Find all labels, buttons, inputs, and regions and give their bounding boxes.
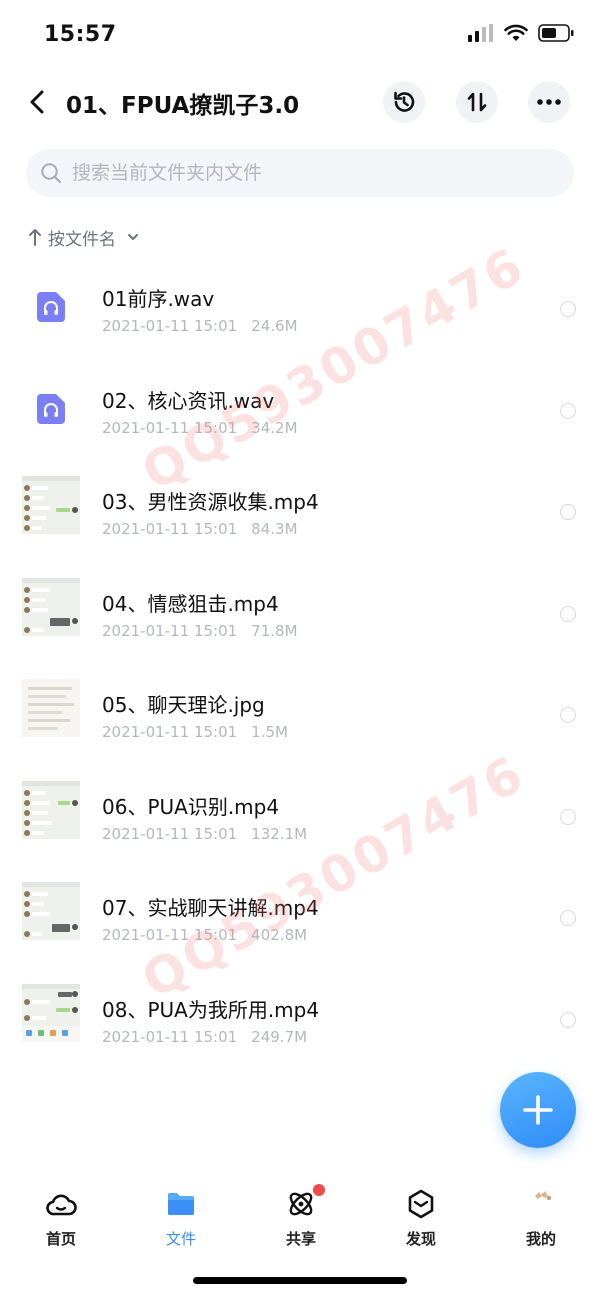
file-name: 08、PUA为我所用.mp4: [102, 997, 320, 1022]
tab-discover[interactable]: 发现: [381, 1184, 461, 1254]
select-radio[interactable]: [560, 301, 576, 317]
file-date: 2021-01-11 15:01: [102, 1027, 238, 1046]
back-button[interactable]: [20, 80, 54, 124]
battery-icon: [538, 24, 574, 42]
file-date: 2021-01-11 15:01: [102, 621, 238, 640]
file-row[interactable]: 04、情感狙击.mp4 2021-01-11 15:01 71.8M: [0, 552, 600, 654]
file-meta: 2021-01-11 15:01 132.1M: [102, 825, 321, 843]
avatar-icon: [535, 1191, 551, 1200]
file-name: 05、聊天理论.jpg: [102, 693, 265, 717]
file-row[interactable]: 05、聊天理论.jpg 2021-01-11 15:01 1.5M: [0, 653, 600, 755]
header: 01、FPUA撩凯子3.0: [0, 72, 600, 132]
file-meta: 2021-01-11 15:01 402.8M: [102, 926, 321, 944]
video-thumbnail-icon: [22, 983, 80, 1042]
file-meta: 2021-01-11 15:01 34.2M: [102, 419, 312, 437]
tab-mine[interactable]: 我的: [501, 1184, 581, 1254]
wifi-icon: [504, 24, 528, 41]
file-date: 2021-01-11 15:01: [102, 418, 238, 437]
video-thumbnail-icon: [22, 577, 80, 636]
tab-files[interactable]: 文件: [141, 1184, 221, 1254]
file-size: 1.5M: [251, 723, 288, 741]
tab-label: 共享: [285, 1230, 316, 1248]
file-size: 24.6M: [251, 317, 298, 335]
file-size: 71.8M: [251, 621, 298, 640]
more-dots-icon: [537, 99, 561, 105]
file-name: 01前序.wav: [102, 287, 215, 311]
file-row[interactable]: 02、核心资讯.wav 2021-01-11 15:01 34.2M: [0, 349, 600, 451]
file-size: 249.7M: [251, 1027, 308, 1046]
file-name: 06、PUA识别.mp4: [102, 794, 280, 819]
file-size: 132.1M: [251, 824, 308, 843]
file-size: 402.8M: [251, 926, 308, 944]
file-meta: 2021-01-11 15:01 249.7M: [102, 1028, 321, 1046]
file-date: 2021-01-11 15:01: [102, 520, 238, 538]
video-thumbnail-icon: [22, 780, 80, 839]
tab-bar: 首页 文件 共享 发现 我的: [0, 1170, 600, 1270]
page-title: 01、FPUA撩凯子3.0: [66, 93, 300, 119]
search-input[interactable]: [72, 162, 532, 184]
status-bar: 15:57: [0, 0, 600, 70]
file-name: 04、情感狙击.mp4: [102, 591, 279, 616]
search-icon: [41, 163, 61, 183]
file-row[interactable]: 03、男性资源收集.mp4 2021-01-11 15:01 84.3M: [0, 450, 600, 552]
sort-toggle-button[interactable]: [456, 81, 498, 123]
folder-icon: [168, 1193, 194, 1215]
cloud-home-icon: [46, 1194, 77, 1216]
file-size: 84.3M: [251, 520, 298, 538]
select-radio[interactable]: [560, 1011, 576, 1028]
file-list: 01前序.wav 2021-01-11 15:01 24.6M 02、核心资讯.w…: [0, 247, 600, 1059]
select-radio[interactable]: [560, 402, 576, 419]
file-name: 03、男性资源收集.mp4: [102, 490, 319, 514]
file-date: 2021-01-11 15:01: [102, 723, 238, 741]
file-row[interactable]: 06、PUA识别.mp4 2021-01-11 15:01 132.1M: [0, 755, 600, 857]
cellular-signal-icon: [468, 24, 493, 42]
file-name: 07、实战聊天讲解.mp4: [102, 896, 319, 920]
file-date: 2021-01-11 15:01: [102, 317, 238, 335]
file-meta: 2021-01-11 15:01 24.6M: [102, 317, 312, 335]
tab-home[interactable]: 首页: [21, 1184, 101, 1254]
file-meta: 2021-01-11 15:01 71.8M: [102, 622, 312, 640]
video-thumbnail-icon: [22, 476, 80, 534]
select-radio[interactable]: [560, 605, 576, 622]
file-size: 34.2M: [251, 418, 298, 437]
tab-share[interactable]: 共享: [261, 1184, 341, 1254]
file-date: 2021-01-11 15:01: [102, 824, 238, 843]
sort-arrows-icon: [467, 92, 487, 112]
audio-file-icon: [37, 292, 65, 322]
video-thumbnail-icon: [22, 882, 80, 940]
home-indicator: [193, 1277, 407, 1284]
select-radio[interactable]: [560, 910, 576, 926]
status-icons: [468, 24, 574, 42]
chevron-left-icon: [30, 90, 44, 114]
file-meta: 2021-01-11 15:01 84.3M: [102, 520, 312, 538]
audio-file-icon: [37, 393, 65, 424]
atom-share-icon: [289, 1192, 313, 1216]
select-radio[interactable]: [560, 504, 576, 520]
plus-icon: [523, 1095, 553, 1125]
file-date: 2021-01-11 15:01: [102, 926, 238, 944]
tab-label: 发现: [405, 1230, 436, 1248]
sort-label: 按文件名: [48, 229, 116, 250]
discover-hexagon-icon: [408, 1189, 434, 1219]
search-box[interactable]: [26, 149, 574, 197]
notification-badge: [313, 1184, 325, 1196]
file-row[interactable]: 08、PUA为我所用.mp4 2021-01-11 15:01 249.7M: [0, 958, 600, 1060]
image-thumbnail-icon: [22, 679, 80, 737]
tab-label: 首页: [45, 1230, 76, 1248]
add-button[interactable]: [500, 1072, 576, 1148]
history-icon: [394, 91, 415, 112]
tab-label: 我的: [525, 1230, 556, 1248]
arrow-up-icon: [29, 229, 41, 246]
file-meta: 2021-01-11 15:01 1.5M: [102, 723, 302, 741]
history-button[interactable]: [383, 81, 425, 123]
file-row[interactable]: 01前序.wav 2021-01-11 15:01 24.6M: [0, 247, 600, 349]
select-radio[interactable]: [560, 707, 576, 723]
status-time: 15:57: [44, 22, 117, 47]
select-radio[interactable]: [560, 808, 576, 825]
tab-label: 文件: [165, 1230, 196, 1248]
chevron-down-icon: [128, 234, 138, 240]
file-row[interactable]: 07、实战聊天讲解.mp4 2021-01-11 15:01 402.8M: [0, 856, 600, 958]
file-name: 02、核心资讯.wav: [102, 388, 275, 413]
more-button[interactable]: [528, 81, 570, 123]
